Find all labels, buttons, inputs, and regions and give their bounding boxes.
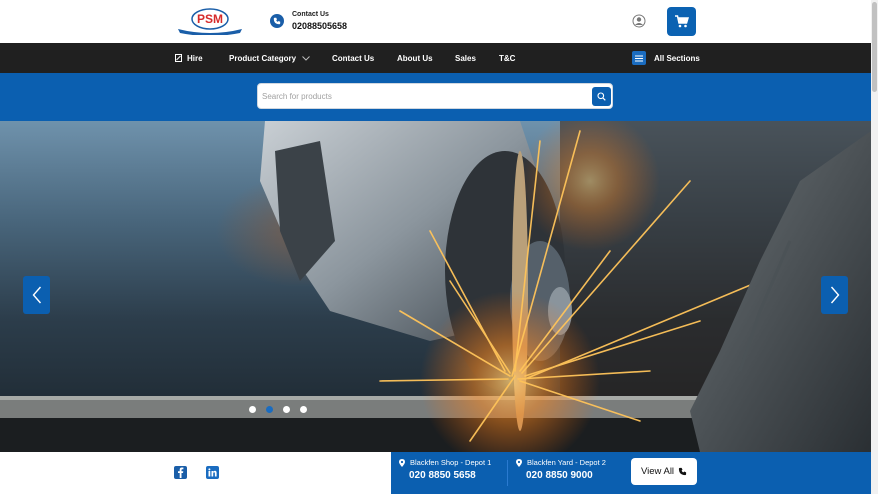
hero-grinder-image	[0, 121, 871, 452]
facebook-icon[interactable]	[174, 466, 187, 479]
svg-text:PSM: PSM	[197, 12, 223, 26]
slider-dot-4[interactable]	[300, 406, 307, 413]
scrollbar-thumb[interactable]	[872, 2, 877, 92]
slider-dot-2[interactable]	[266, 406, 273, 413]
nav-item-hire[interactable]: Hire	[175, 43, 203, 73]
depot-2-name: Blackfen Yard - Depot 2	[527, 458, 606, 467]
site-header: PSM Contact Us 02088505658	[0, 0, 871, 43]
linkedin-icon[interactable]	[206, 466, 219, 479]
nav-item-tc[interactable]: T&C	[499, 43, 515, 73]
contact-block[interactable]: Contact Us 02088505658	[270, 10, 347, 32]
search-band	[0, 73, 871, 121]
search-button[interactable]	[592, 87, 611, 106]
view-all-button[interactable]: View All	[631, 458, 697, 485]
chevron-down-icon	[302, 55, 310, 61]
nav-item-sales[interactable]: Sales	[455, 43, 476, 73]
depot-1-phone[interactable]: 020 8850 5658	[409, 470, 491, 481]
cart-icon	[674, 15, 689, 28]
page-scrollbar[interactable]	[871, 0, 878, 494]
depots-panel: Blackfen Shop - Depot 1 020 8850 5658 Bl…	[391, 452, 871, 494]
slider-dot-1[interactable]	[249, 406, 256, 413]
chevron-right-icon	[830, 286, 839, 304]
hero-slider	[0, 121, 871, 452]
phone-icon	[270, 14, 284, 28]
nav-item-product-category[interactable]: Product Category	[229, 43, 310, 73]
footer-strip: Blackfen Shop - Depot 1 020 8850 5658 Bl…	[0, 452, 871, 494]
search-box	[257, 83, 613, 109]
account-icon[interactable]	[632, 14, 646, 28]
depot-divider	[507, 460, 508, 486]
all-sections-button[interactable]: All Sections	[632, 43, 700, 73]
contact-label: Contact Us	[292, 11, 329, 18]
depot-2-phone[interactable]: 020 8850 9000	[526, 470, 606, 481]
search-icon	[597, 92, 606, 101]
nav-item-about-us[interactable]: About Us	[397, 43, 433, 73]
depot-2[interactable]: Blackfen Yard - Depot 2 020 8850 9000	[516, 458, 606, 481]
search-input[interactable]	[262, 87, 588, 105]
phone-icon	[678, 467, 687, 476]
depot-1[interactable]: Blackfen Shop - Depot 1 020 8850 5658	[399, 458, 491, 481]
cart-button[interactable]	[667, 7, 696, 36]
slider-next-button[interactable]	[821, 276, 848, 314]
psm-logo[interactable]: PSM	[176, 7, 244, 36]
slider-dots	[249, 406, 317, 413]
slider-prev-button[interactable]	[23, 276, 50, 314]
menu-icon	[632, 51, 646, 65]
main-nav: Hire Product Category Contact Us About U…	[0, 43, 871, 73]
location-pin-icon	[516, 458, 522, 467]
depot-1-name: Blackfen Shop - Depot 1	[410, 458, 492, 467]
chevron-left-icon	[32, 286, 41, 304]
contact-phone[interactable]: 02088505658	[292, 20, 347, 32]
location-pin-icon	[399, 458, 405, 467]
hire-icon	[175, 54, 182, 62]
slider-dot-3[interactable]	[283, 406, 290, 413]
nav-item-contact-us[interactable]: Contact Us	[332, 43, 374, 73]
